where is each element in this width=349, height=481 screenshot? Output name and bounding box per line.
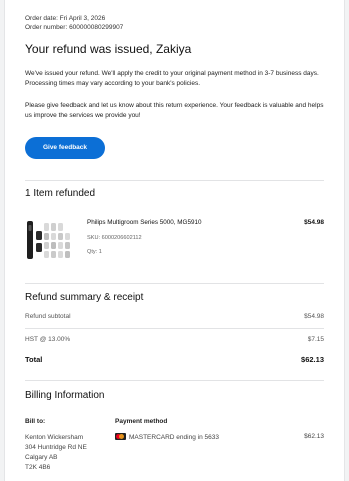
divider bbox=[25, 283, 324, 284]
trimmer-kit-icon[interactable] bbox=[25, 217, 77, 263]
subtotal-label: Refund subtotal bbox=[25, 313, 71, 320]
product-price: $54.98 bbox=[304, 219, 324, 226]
subtotal-value: $54.98 bbox=[304, 313, 324, 320]
payment-amount: $62.13 bbox=[304, 433, 324, 440]
summary-section-title: Refund summary & receipt bbox=[25, 292, 144, 303]
order-meta: Order date: Fri April 3, 2026 Order numb… bbox=[25, 14, 123, 32]
total-value: $62.13 bbox=[301, 355, 324, 364]
subtotal-row: Refund subtotal $54.98 bbox=[25, 313, 324, 320]
payment-method-label: Payment method bbox=[115, 418, 168, 425]
items-section-title: 1 Item refunded bbox=[25, 188, 96, 199]
order-number: Order number: 600000080299907 bbox=[25, 24, 124, 31]
address-line: Kenton Wickersham bbox=[25, 434, 84, 441]
address-line: 304 Huntridge Rd NE bbox=[25, 444, 87, 451]
give-feedback-button[interactable]: Give feedback bbox=[25, 137, 105, 159]
feedback-message: Please give feedback and let us know abo… bbox=[25, 102, 324, 119]
total-label: Total bbox=[25, 355, 43, 364]
address-line: T2K 4B6 bbox=[25, 464, 51, 471]
divider bbox=[25, 180, 324, 181]
card-text: MASTERCARD ending in 5633 bbox=[129, 434, 219, 441]
divider bbox=[25, 328, 324, 329]
divider bbox=[25, 380, 324, 381]
total-row: Total $62.13 bbox=[25, 355, 324, 364]
billing-address: Kenton Wickersham 304 Huntridge Rd NE Ca… bbox=[25, 433, 87, 473]
refund-message: We've issued your refund. We'll apply th… bbox=[25, 70, 319, 87]
tax-value: $7.15 bbox=[307, 336, 324, 343]
order-date: Order date: Fri April 3, 2026 bbox=[25, 15, 106, 22]
email-card: Order date: Fri April 3, 2026 Order numb… bbox=[4, 0, 345, 481]
product-sku: SKU: 6000206602112 bbox=[87, 235, 142, 241]
mastercard-icon bbox=[115, 433, 126, 440]
bill-to-label: Bill to: bbox=[25, 418, 46, 425]
tax-label: HST @ 13.00% bbox=[25, 336, 71, 343]
product-qty: Qty: 1 bbox=[87, 249, 102, 255]
payment-method: MASTERCARD ending in 5633 bbox=[115, 433, 219, 441]
product-name[interactable]: Philips Multigroom Series 5000, MG5910 bbox=[87, 219, 201, 226]
billing-section-title: Billing Information bbox=[25, 390, 105, 401]
page-title: Your refund was issued, Zakiya bbox=[25, 42, 192, 56]
tax-row: HST @ 13.00% $7.15 bbox=[25, 336, 324, 343]
address-line: Calgary AB bbox=[25, 454, 58, 461]
